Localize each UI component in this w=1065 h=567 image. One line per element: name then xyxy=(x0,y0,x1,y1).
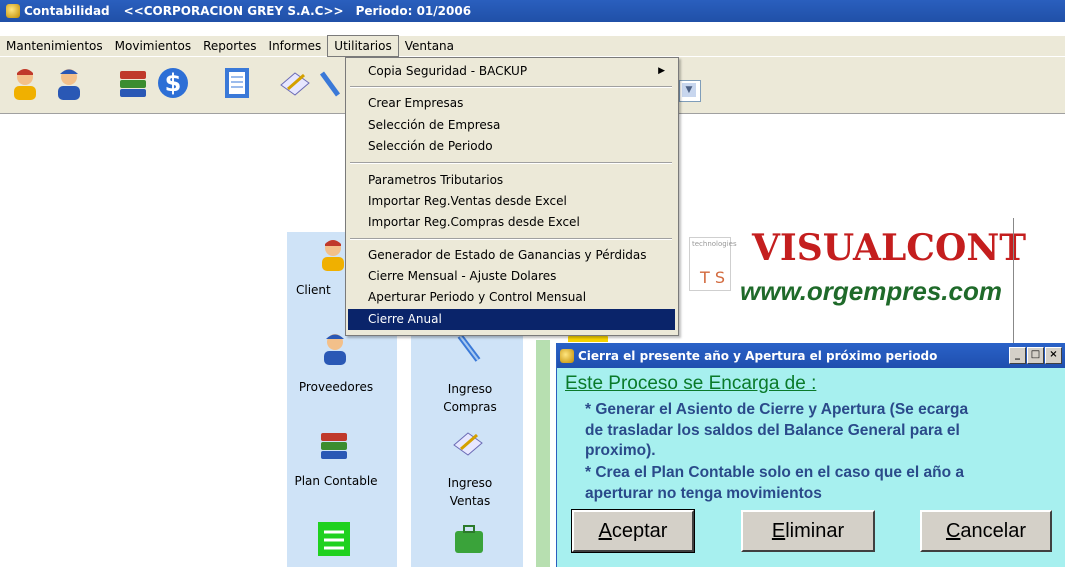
supplier-shortcut-label[interactable]: Proveedores xyxy=(290,380,382,394)
dialog-text-line: * Crea el Plan Contable solo en el caso … xyxy=(585,464,965,481)
logo-badge-text: technologies xyxy=(692,240,737,248)
year-close-dialog: Cierra el presente año y Apertura el pró… xyxy=(556,343,1065,567)
briefcase-icon[interactable] xyxy=(452,522,486,556)
dialog-text-line: aperturar no tenga movimientos xyxy=(585,485,822,502)
chart-of-accounts-label[interactable]: Plan Contable xyxy=(281,474,391,488)
client-icon[interactable] xyxy=(8,65,42,101)
menu-item-aperturar-periodo[interactable]: Aperturar Periodo y Control Mensual xyxy=(348,287,675,308)
cancel-button-mnemonic: C xyxy=(945,520,961,542)
client-shortcut-label[interactable]: Client xyxy=(296,283,344,297)
menu-item-cierre-mensual[interactable]: Cierre Mensual - Ajuste Dolares xyxy=(348,266,675,287)
menu-item-backup[interactable]: Copia Seguridad - BACKUP ▶ xyxy=(348,61,675,82)
purchases-shortcut-label[interactable]: Ingreso Compras xyxy=(425,380,515,416)
window-controls: _ □ × xyxy=(1009,347,1062,364)
brand-title: VISUALCONT xyxy=(752,227,1027,269)
delete-button[interactable]: Eliminar xyxy=(741,510,875,552)
pencil-icon[interactable] xyxy=(318,65,342,101)
dialog-title-bar: Cierra el presente año y Apertura el pró… xyxy=(557,343,1065,368)
books-icon[interactable] xyxy=(116,65,150,101)
menu-item-seleccion-periodo[interactable]: Selección de Periodo xyxy=(348,136,675,157)
menu-item-backup-label: Copia Seguridad - BACKUP xyxy=(368,64,528,78)
svg-text:$: $ xyxy=(165,69,182,97)
company-name: <<CORPORACION GREY S.A.C>> xyxy=(123,4,344,18)
menu-item-generador-estado[interactable]: Generador de Estado de Ganancias y Pérdi… xyxy=(348,245,675,266)
pencil-paper-icon[interactable] xyxy=(278,65,312,101)
menu-movimientos[interactable]: Movimientos xyxy=(109,36,197,56)
dialog-heading: Este Proceso se Encarga de : xyxy=(565,373,817,394)
title-bar: Contabilidad <<CORPORACION GREY S.A.C>> … xyxy=(0,0,1065,22)
cancel-button[interactable]: Cancelar xyxy=(920,510,1052,552)
minimize-icon[interactable]: _ xyxy=(1009,347,1026,364)
menu-item-crear-empresas[interactable]: Crear Empresas xyxy=(348,93,675,114)
delete-button-label: liminar xyxy=(785,520,845,542)
cancel-button-label: ancelar xyxy=(960,520,1027,542)
company-logo: technologies T S xyxy=(689,237,737,291)
delete-button-mnemonic: E xyxy=(771,520,786,542)
menu-item-importar-compras[interactable]: Importar Reg.Compras desde Excel xyxy=(348,212,675,233)
supplier-icon[interactable] xyxy=(52,65,86,101)
menu-item-importar-ventas[interactable]: Importar Reg.Ventas desde Excel xyxy=(348,191,675,212)
menu-item-cierre-anual[interactable]: Cierre Anual xyxy=(348,309,675,330)
accept-button[interactable]: Aceptar xyxy=(571,509,695,553)
period-label: Periodo: 01/2006 xyxy=(355,4,472,18)
brand-website: www.orgempres.com xyxy=(740,276,1002,306)
menu-ventana[interactable]: Ventana xyxy=(399,36,460,56)
menu-item-parametros-tributarios[interactable]: Parametros Tributarios xyxy=(348,170,675,191)
app-icon xyxy=(6,4,20,18)
ledger-icon[interactable] xyxy=(220,65,254,101)
close-icon[interactable]: × xyxy=(1045,347,1062,364)
menu-mantenimientos[interactable]: Mantenimientos xyxy=(0,36,109,56)
menu-utilitarios[interactable]: Utilitarios xyxy=(327,35,399,57)
menu-separator xyxy=(350,162,672,164)
dialog-text-line: de trasladar los saldos del Balance Gene… xyxy=(585,422,960,439)
menu-separator xyxy=(350,238,672,240)
utilitarios-dropdown: Copia Seguridad - BACKUP ▶ Crear Empresa… xyxy=(345,57,679,336)
dialog-app-icon xyxy=(560,348,574,363)
checklist-icon[interactable] xyxy=(318,522,350,556)
accept-button-label: ceptar xyxy=(611,520,668,542)
menu-reportes[interactable]: Reportes xyxy=(197,36,262,56)
menu-bar: Mantenimientos Movimientos Reportes Info… xyxy=(0,35,1065,57)
dialog-text-line: * Generar el Asiento de Cierre y Apertur… xyxy=(585,401,969,418)
dialog-text-line: proximo). xyxy=(585,442,656,459)
divider xyxy=(1013,218,1014,348)
menu-item-seleccion-empresa[interactable]: Selección de Empresa xyxy=(348,115,675,136)
dialog-title: Cierra el presente año y Apertura el pró… xyxy=(578,348,938,363)
menu-informes[interactable]: Informes xyxy=(263,36,328,56)
accept-button-mnemonic: A xyxy=(598,520,612,542)
submenu-arrow-icon: ▶ xyxy=(658,66,665,76)
menu-separator xyxy=(350,86,672,88)
chart-of-accounts-icon[interactable] xyxy=(317,427,351,463)
dollar-icon[interactable]: $ xyxy=(156,65,190,101)
sales-shortcut-icon[interactable] xyxy=(450,425,486,461)
chevron-down-icon[interactable]: ▼ xyxy=(682,83,696,97)
decorative-strip xyxy=(536,340,550,567)
sales-shortcut-label[interactable]: Ingreso Ventas xyxy=(425,474,515,510)
logo-letters: T S xyxy=(700,268,726,287)
app-title: Contabilidad xyxy=(24,4,110,18)
toolbar-combo[interactable]: ▼ xyxy=(679,80,701,102)
maximize-icon[interactable]: □ xyxy=(1027,347,1044,364)
